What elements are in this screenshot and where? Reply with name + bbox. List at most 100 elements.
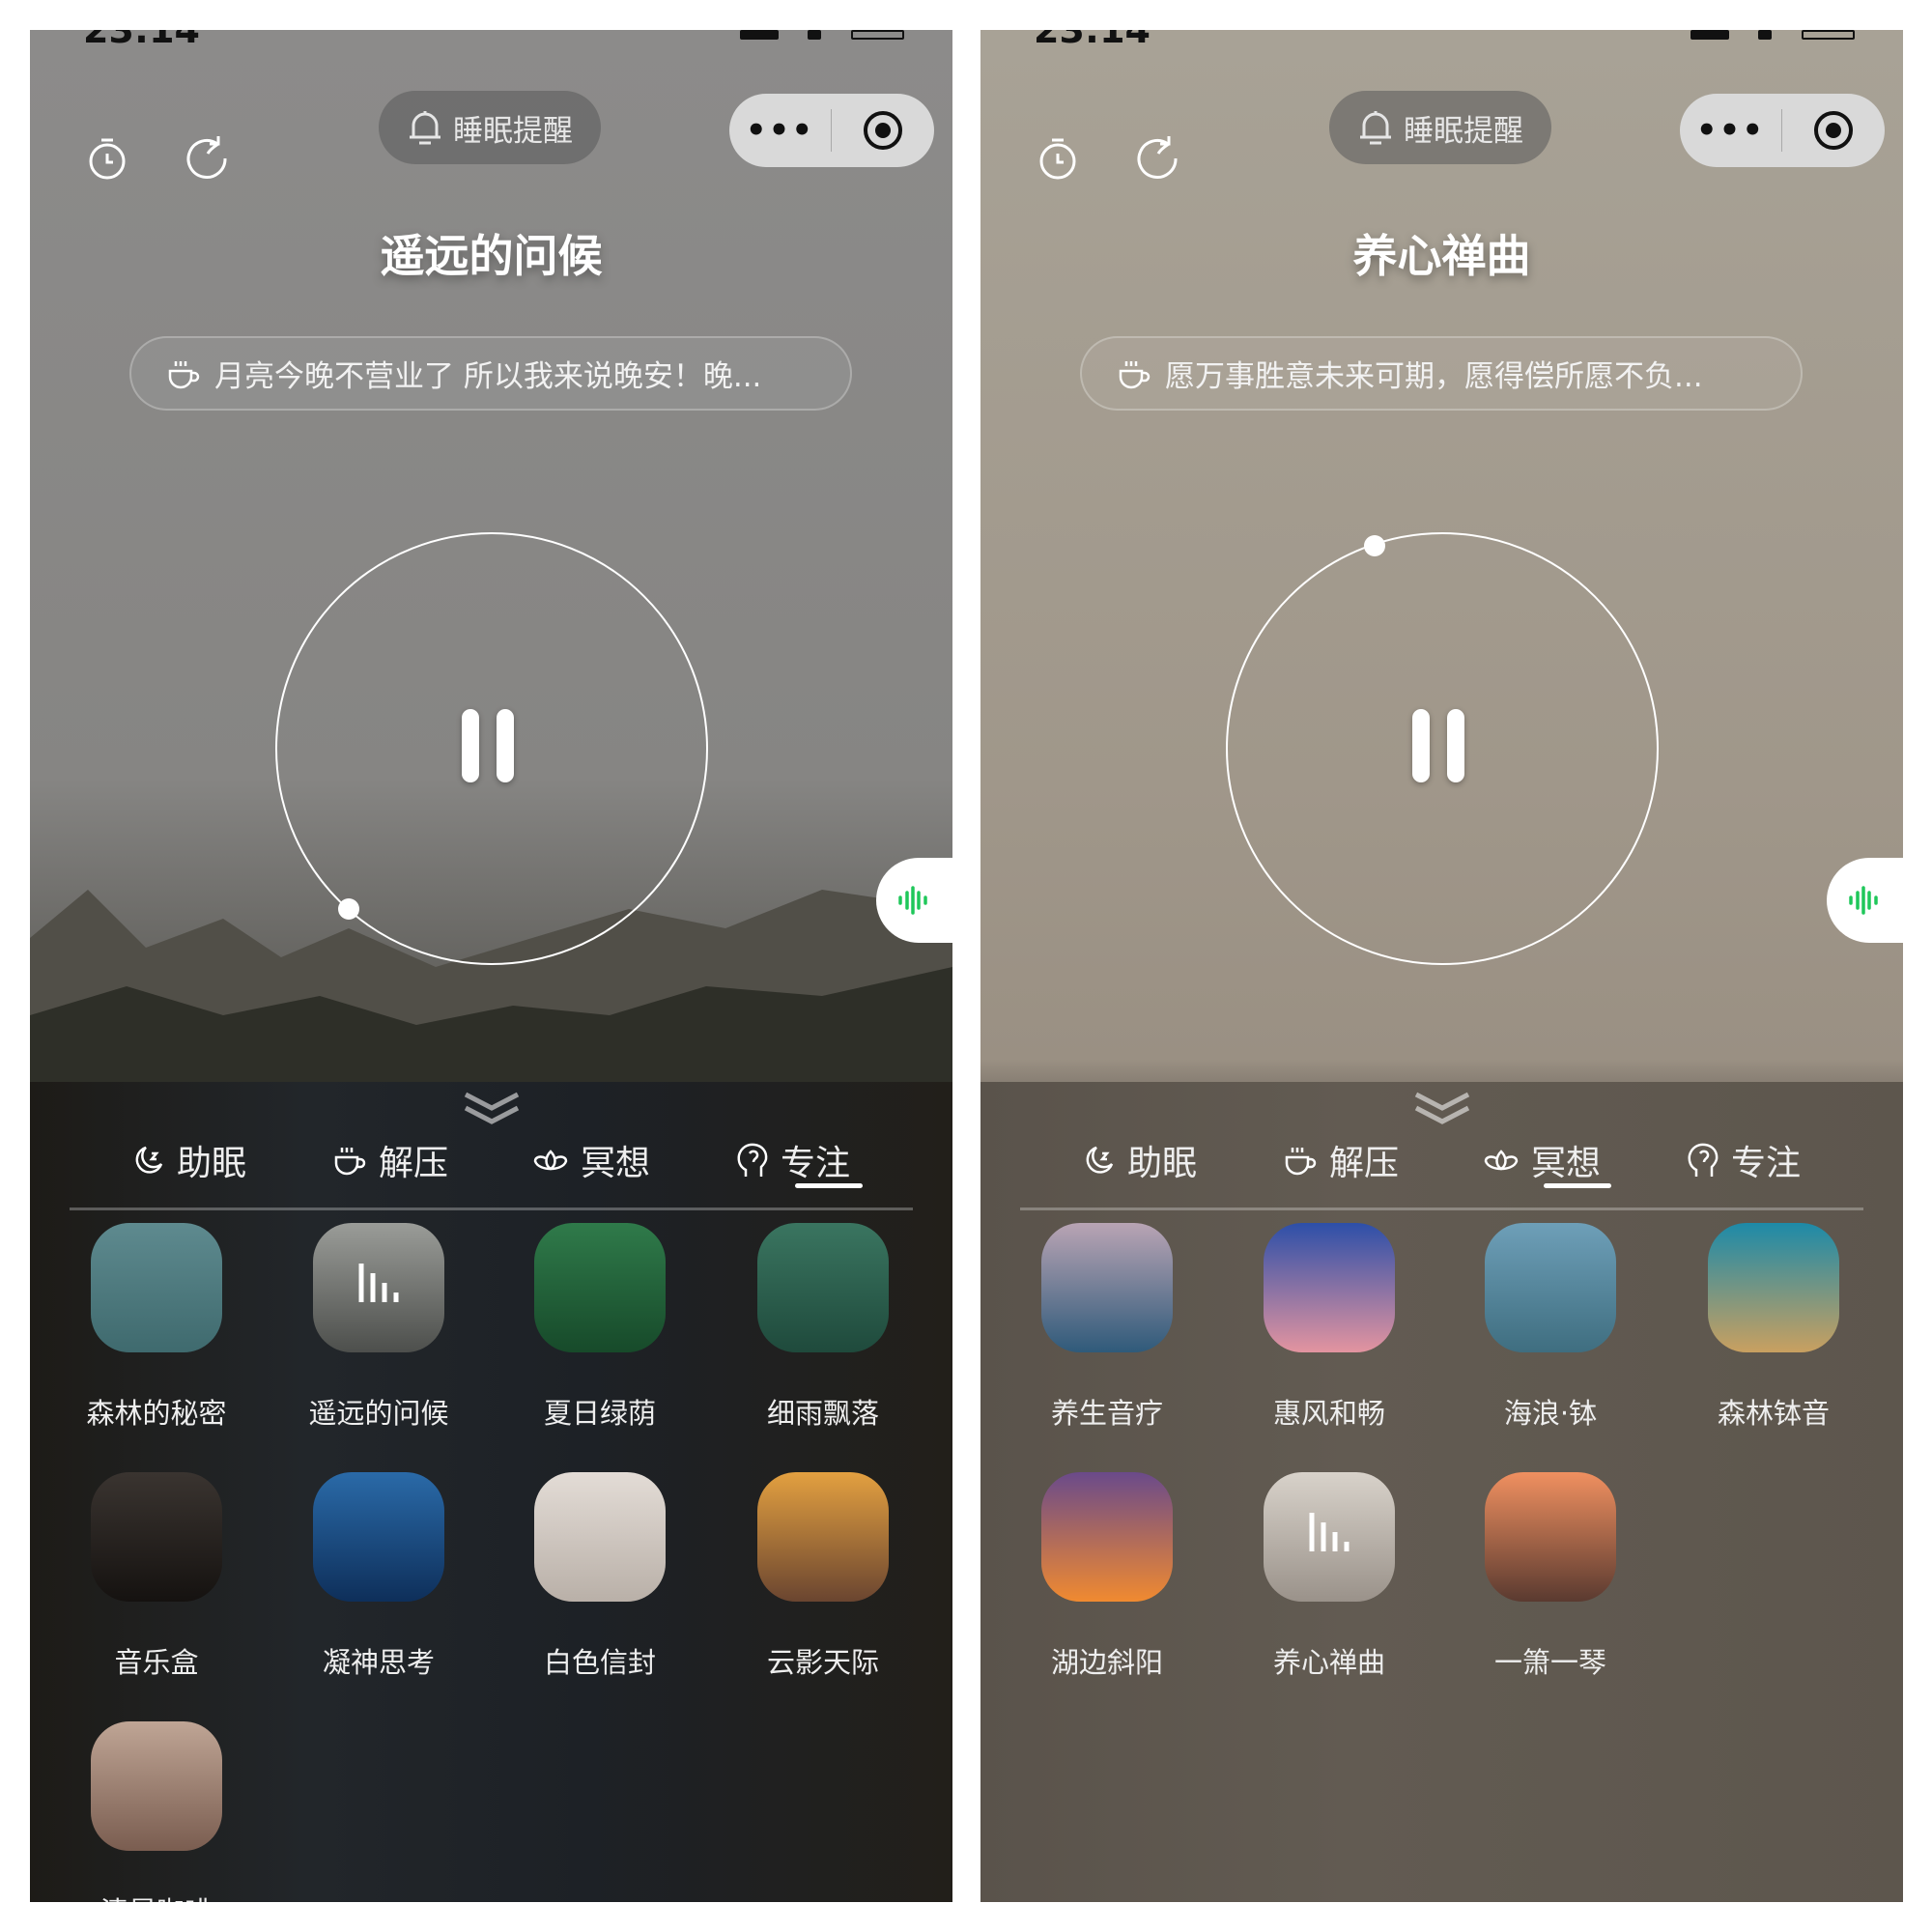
tab-0[interactable]: 助眠: [1083, 1131, 1197, 1189]
player-screen-left: 23:14 睡眠提醒 ••• 遥远的问候 月亮今晚不营业了 所以我来说晚安！晚.…: [30, 30, 952, 1902]
sound-wave-icon: [1849, 886, 1878, 915]
timer-icon[interactable]: [85, 136, 129, 181]
sound-thumbnail: [757, 1472, 889, 1602]
sound-item[interactable]: 遥远的问候: [292, 1223, 466, 1432]
tab-3[interactable]: 专注: [1687, 1131, 1801, 1189]
sound-item[interactable]: 白色信封: [513, 1472, 687, 1681]
more-button[interactable]: •••: [729, 111, 831, 150]
sound-item[interactable]: 夏日绿荫: [513, 1223, 687, 1432]
sleep-reminder-label: 睡眠提醒: [1404, 113, 1523, 149]
quote-banner[interactable]: 月亮今晚不营业了 所以我来说晚安！晚...: [129, 336, 852, 411]
sound-item[interactable]: 一箫一琴: [1463, 1472, 1637, 1681]
tab-0[interactable]: 助眠: [132, 1131, 246, 1189]
tab-label: 冥想: [580, 1144, 651, 1183]
cup-icon: [1119, 360, 1151, 388]
collapse-chevron-icon[interactable]: [462, 1091, 522, 1125]
replay-icon[interactable]: [1135, 135, 1179, 181]
tab-2[interactable]: 冥想: [532, 1131, 650, 1189]
more-button[interactable]: •••: [1680, 111, 1781, 150]
cup-icon: [1285, 1148, 1317, 1176]
sound-item[interactable]: 音乐盒: [70, 1472, 243, 1681]
head-icon: [1688, 1143, 1719, 1177]
pause-button[interactable]: [462, 709, 520, 782]
sound-item[interactable]: 惠风和畅: [1242, 1223, 1416, 1432]
sound-thumbnail: [1485, 1223, 1616, 1352]
tab-1[interactable]: 解压: [332, 1131, 448, 1189]
sound-thumbnail: [1041, 1472, 1173, 1602]
target-icon: [1813, 111, 1853, 150]
sound-thumbnail: [91, 1721, 222, 1851]
pause-button[interactable]: [1412, 709, 1470, 782]
tab-label: 助眠: [1126, 1144, 1198, 1183]
sound-item[interactable]: 凝神思考: [292, 1472, 466, 1681]
tab-label: 解压: [1328, 1144, 1400, 1183]
target-icon: [863, 111, 902, 150]
sound-item[interactable]: 森林的秘密: [70, 1223, 243, 1432]
tab-label: 冥想: [1530, 1144, 1602, 1183]
sound-label: 养生音疗: [1050, 1397, 1163, 1430]
sound-label: 森林的秘密: [86, 1397, 227, 1430]
sound-thumbnail: [91, 1472, 222, 1602]
sound-label: 湖边斜阳: [1050, 1646, 1163, 1679]
sound-label: 云影天际: [766, 1646, 879, 1679]
cup-icon: [168, 360, 200, 388]
sound-item[interactable]: 湖边斜阳: [1020, 1472, 1194, 1681]
close-button[interactable]: [832, 109, 933, 152]
sound-thumbnail: [1264, 1223, 1395, 1352]
sound-thumbnail: [757, 1223, 889, 1352]
sleep-reminder-button[interactable]: 睡眠提醒: [1329, 91, 1551, 164]
voice-button[interactable]: [1827, 858, 1903, 943]
quote-text: 月亮今晚不营业了 所以我来说晚安！晚...: [214, 359, 762, 394]
sound-item[interactable]: 养生音疗: [1020, 1223, 1194, 1432]
tab-label: 助眠: [176, 1144, 247, 1183]
sound-thumbnail: [1485, 1472, 1616, 1602]
sound-thumbnail: [534, 1223, 666, 1352]
mini-program-capsule: •••: [729, 94, 934, 167]
tab-label: 专注: [1730, 1144, 1802, 1183]
sound-label: 惠风和畅: [1272, 1397, 1385, 1430]
sound-item[interactable]: 细雨飘落: [736, 1223, 910, 1432]
sleep-reminder-button[interactable]: 睡眠提醒: [379, 91, 601, 164]
sound-thumbnail: [313, 1223, 444, 1352]
moon-icon: [135, 1146, 163, 1174]
sound-thumbnail: [1041, 1223, 1173, 1352]
tab-1[interactable]: 解压: [1283, 1131, 1399, 1189]
sound-thumbnail: [1708, 1223, 1839, 1352]
bell-icon: [410, 111, 440, 145]
playing-bars-icon: [1309, 1513, 1350, 1551]
sound-item[interactable]: 海浪·钵: [1463, 1223, 1637, 1432]
player-screen-right: 23:14 睡眠提醒 ••• 养心禅曲 愿万事胜意未来可期，愿得偿所愿不负...…: [980, 30, 1903, 1902]
replay-icon[interactable]: [185, 135, 229, 181]
sound-item[interactable]: 森林钵音: [1687, 1223, 1861, 1432]
tab-label: 解压: [378, 1144, 449, 1183]
sound-label: 细雨飘落: [766, 1397, 879, 1430]
sound-label: 凝神思考: [322, 1646, 435, 1679]
progress-handle[interactable]: [1364, 535, 1385, 556]
sound-item[interactable]: 养心禅曲: [1242, 1472, 1416, 1681]
sleep-reminder-label: 睡眠提醒: [453, 113, 573, 149]
sound-thumbnail: [534, 1472, 666, 1602]
timer-icon[interactable]: [1036, 136, 1080, 181]
sound-label: 森林钵音: [1717, 1397, 1830, 1430]
collapse-chevron-icon[interactable]: [1412, 1091, 1472, 1125]
close-button[interactable]: [1782, 109, 1884, 152]
tab-2[interactable]: 冥想: [1483, 1131, 1601, 1189]
sound-thumbnail: [1264, 1472, 1395, 1602]
sound-thumbnail: [313, 1472, 444, 1602]
sound-thumbnail: [91, 1223, 222, 1352]
progress-handle[interactable]: [338, 898, 359, 920]
sound-item[interactable]: 清晨咖啡: [70, 1721, 243, 1902]
tab-3[interactable]: 专注: [736, 1131, 850, 1189]
sound-label: 海浪·钵: [1503, 1397, 1598, 1430]
sound-label: 一箫一琴: [1493, 1646, 1606, 1679]
playing-bars-icon: [358, 1264, 399, 1302]
cup-icon: [334, 1148, 366, 1176]
quote-banner[interactable]: 愿万事胜意未来可期，愿得偿所愿不负...: [1080, 336, 1803, 411]
mini-program-capsule: •••: [1680, 94, 1885, 167]
voice-button[interactable]: [876, 858, 952, 943]
sound-item[interactable]: 云影天际: [736, 1472, 910, 1681]
status-time: 23:14: [83, 30, 200, 51]
sound-label: 养心禅曲: [1272, 1646, 1385, 1679]
track-title: 养心禅曲: [1352, 230, 1531, 282]
lotus-icon: [1484, 1150, 1519, 1171]
